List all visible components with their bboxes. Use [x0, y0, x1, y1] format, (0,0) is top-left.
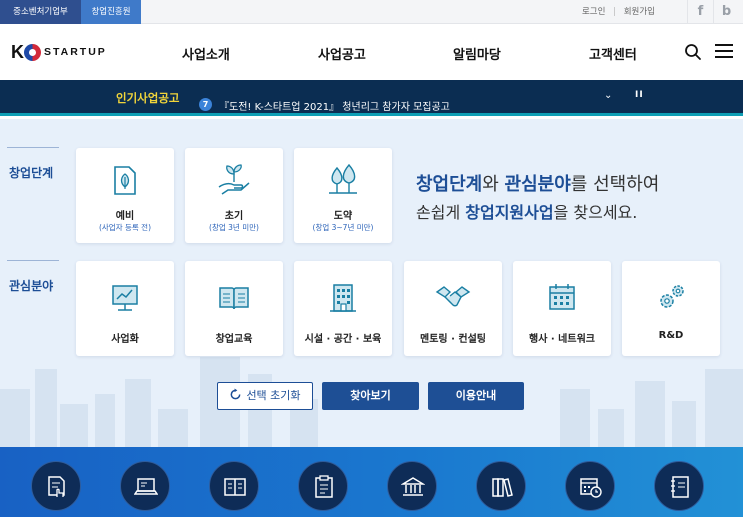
- interest-name: R&D: [658, 330, 684, 341]
- clipboard-icon[interactable]: [298, 461, 348, 511]
- calendar-icon: [549, 284, 575, 310]
- pause-icon[interactable]: II: [635, 90, 644, 100]
- chart-board-icon: [112, 285, 138, 311]
- book-icon[interactable]: [209, 461, 259, 511]
- startup-finder: 창업단계 관심분야 예비 (사업자 등록 전) 초기 (창업 3년 미만) 도약…: [0, 119, 743, 447]
- search-button[interactable]: 찾아보기: [322, 382, 419, 410]
- finder-headline: 창업단계와 관심분야를 선택하여 손쉽게 창업지원사업을 찾으세요.: [416, 171, 659, 227]
- stage-name: 도약: [333, 211, 353, 222]
- join-link[interactable]: 회원가입: [624, 7, 655, 17]
- chevron-down-icon[interactable]: ⌄: [604, 90, 612, 101]
- logo-k: K: [11, 41, 24, 62]
- hand-sprout-icon: [218, 164, 250, 195]
- gears-icon: [660, 285, 684, 308]
- login-link[interactable]: 로그인: [582, 7, 605, 17]
- tab-agency[interactable]: 창업진흥원: [81, 0, 141, 24]
- account-links: 로그인 | 회원가입: [577, 0, 655, 24]
- bank-icon[interactable]: [387, 461, 437, 511]
- interest-card-mentoring[interactable]: 멘토링 · 컨설팅: [404, 261, 502, 356]
- link-separator: |: [613, 7, 617, 17]
- nav-business-intro[interactable]: 사업소개: [182, 44, 230, 63]
- interest-name: 시설 · 공간 · 보육: [304, 334, 382, 345]
- stage-name: 예비: [115, 211, 135, 222]
- headline-text: 손쉽게: [416, 203, 466, 222]
- stage-sub: (창업 3년 미만): [209, 223, 259, 232]
- tab-ministry[interactable]: 중소벤처기업부: [0, 0, 81, 24]
- nav-business-notice[interactable]: 사업공고: [318, 44, 366, 63]
- logo-text: STARTUP: [44, 46, 107, 58]
- interest-section-label: 관심분야: [9, 279, 54, 293]
- document-hand-icon[interactable]: [31, 461, 81, 511]
- reset-label: 선택 초기화: [246, 389, 301, 402]
- reset-selection-button[interactable]: 선택 초기화: [217, 382, 313, 410]
- ticker-notice-link[interactable]: 『도전! K-스타트업 2021』 청년리그 참가자 모집공고: [219, 98, 450, 113]
- building-icon: [330, 284, 356, 312]
- interest-name: 행사 · 네트워크: [529, 334, 595, 345]
- headline-text: 를 선택하여: [570, 174, 660, 195]
- interest-name: 사업화: [111, 334, 139, 345]
- popular-notice-ticker: 인기사업공고 7 『도전! K-스타트업 2021』 청년리그 참가자 모집공고…: [0, 80, 743, 116]
- headline-text: 와: [482, 174, 505, 195]
- laptop-icon[interactable]: [120, 461, 170, 511]
- notebook-icon[interactable]: [654, 461, 704, 511]
- interest-card-education[interactable]: 창업교육: [185, 261, 283, 356]
- utility-bar: 중소벤처기업부 창업진흥원 로그인 | 회원가입 f b: [0, 0, 743, 24]
- stage-divider: [7, 147, 59, 148]
- ticker-number-badge: 7: [199, 98, 212, 111]
- hamburger-menu-icon[interactable]: [715, 44, 733, 60]
- stage-name: 초기: [224, 211, 244, 222]
- handshake-icon: [435, 286, 471, 307]
- headline-text: 을 찾으세요.: [553, 203, 638, 222]
- facebook-icon[interactable]: f: [687, 0, 713, 24]
- interest-name: 창업교육: [215, 334, 253, 345]
- headline-highlight: 창업단계: [416, 174, 483, 195]
- ticker-label: 인기사업공고: [116, 91, 180, 105]
- stage-card-early[interactable]: 초기 (창업 3년 미만): [185, 148, 283, 243]
- interest-card-facilities[interactable]: 시설 · 공간 · 보육: [294, 261, 392, 356]
- stage-sub: (사업자 등록 전): [98, 223, 152, 232]
- blog-icon[interactable]: b: [713, 0, 739, 24]
- interest-card-events[interactable]: 행사 · 네트워크: [513, 261, 611, 356]
- quick-menu-bar: [0, 447, 743, 517]
- headline-highlight: 관심분야: [504, 174, 571, 195]
- stage-card-pre[interactable]: 예비 (사업자 등록 전): [76, 148, 174, 243]
- nav-notice-board[interactable]: 알림마당: [453, 44, 501, 63]
- nav-customer-center[interactable]: 고객센터: [589, 44, 637, 63]
- interest-divider: [7, 260, 59, 261]
- stage-section-label: 창업단계: [9, 166, 54, 180]
- interest-card-commercialization[interactable]: 사업화: [76, 261, 174, 356]
- interest-card-rnd[interactable]: R&D: [622, 261, 720, 356]
- stage-card-growth[interactable]: 도약 (창업 3~7년 미만): [294, 148, 392, 243]
- stage-sub: (창업 3~7년 미만): [312, 223, 374, 232]
- kstartup-logo[interactable]: K STARTUP: [11, 41, 107, 63]
- trees-icon: [329, 163, 357, 194]
- guide-button[interactable]: 이용안내: [428, 382, 524, 410]
- books-icon[interactable]: [476, 461, 526, 511]
- search-icon[interactable]: [684, 43, 702, 61]
- refresh-icon: [231, 388, 241, 400]
- open-book-icon: [219, 287, 249, 310]
- calendar-clock-icon[interactable]: [565, 461, 615, 511]
- headline-highlight: 창업지원사업: [465, 203, 554, 222]
- document-leaf-icon: [114, 166, 136, 195]
- interest-name: 멘토링 · 컨설팅: [420, 334, 486, 345]
- logo-circle-icon: [24, 43, 41, 61]
- main-header: K STARTUP 사업소개 사업공고 알림마당 고객센터: [0, 24, 743, 80]
